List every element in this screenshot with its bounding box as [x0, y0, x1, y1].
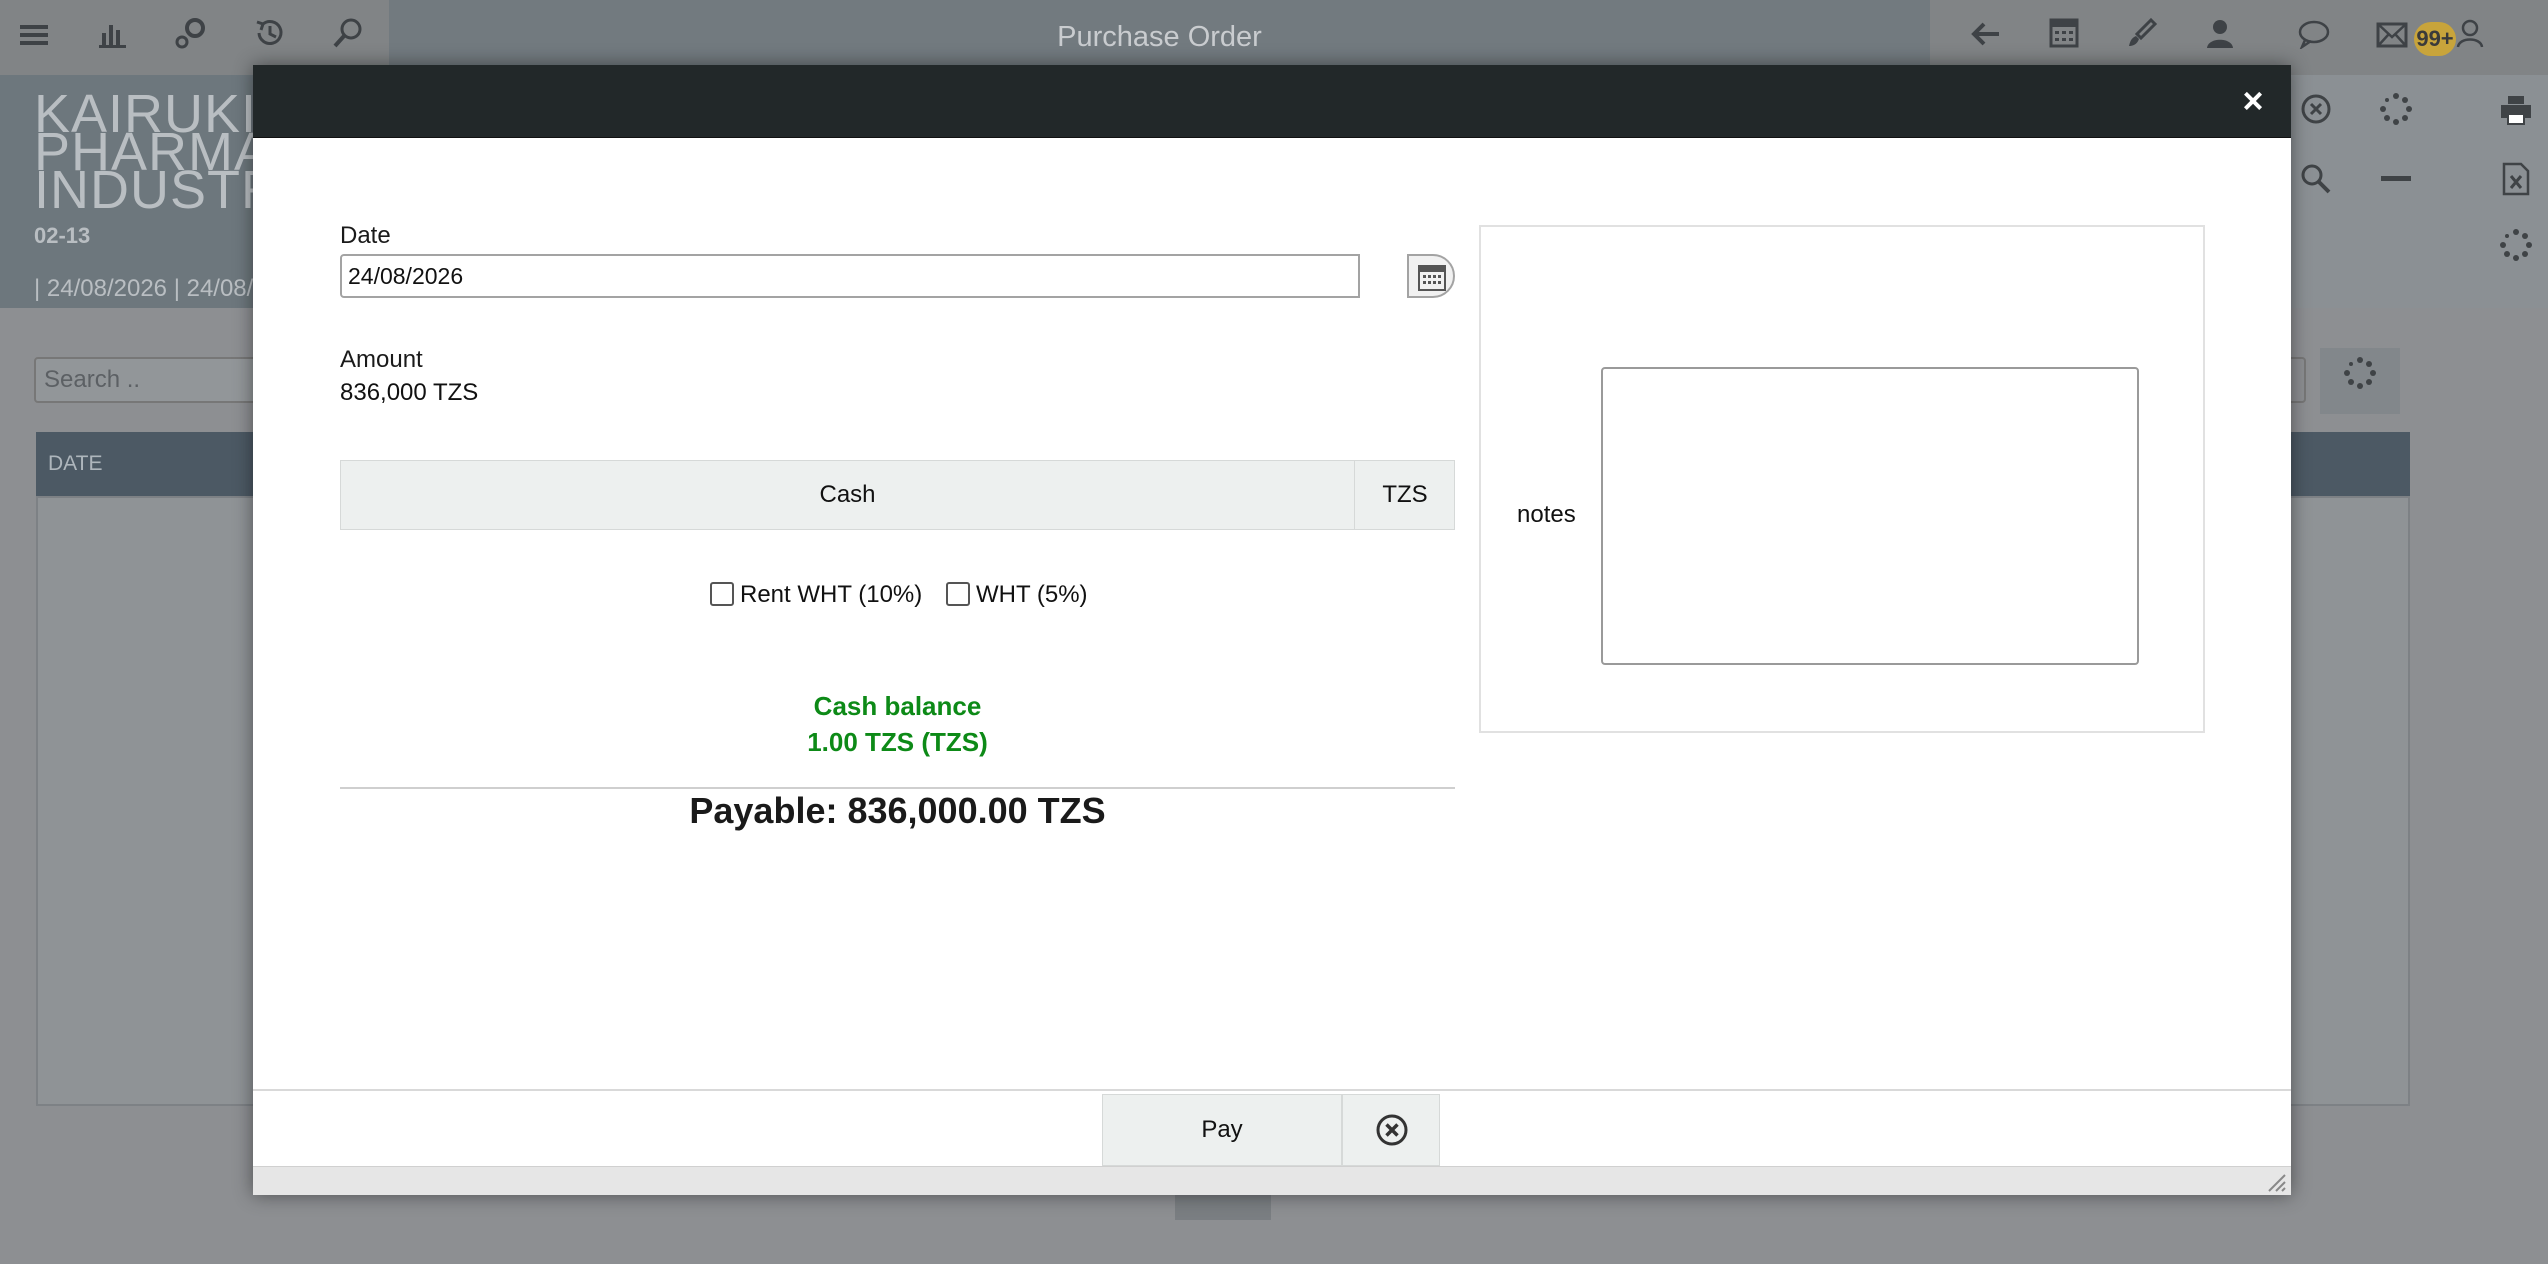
amount-label: Amount: [340, 346, 423, 373]
payment-dialog: × Date Amount 836,000 TZS Cash TZS Rent …: [253, 65, 2291, 1195]
calculator-icon[interactable]: [2042, 16, 2086, 60]
rent-wht-option[interactable]: Rent WHT (10%): [710, 579, 922, 611]
cancel-button[interactable]: [1342, 1094, 1440, 1166]
gears-icon[interactable]: [168, 16, 212, 60]
company-name: KAIRUKI PHARMA INDUSTR: [34, 84, 281, 220]
cash-balance-value: 1.00 TZS (TZS): [807, 727, 988, 757]
cancel-circle-icon[interactable]: [2292, 91, 2340, 139]
menu-icon[interactable]: [12, 16, 56, 60]
user-icon[interactable]: [2198, 16, 2242, 60]
minus-icon[interactable]: [2372, 161, 2420, 209]
spinner-icon[interactable]: [2492, 227, 2540, 275]
date-label: Date: [340, 222, 391, 249]
chart-icon[interactable]: [90, 16, 134, 60]
history-icon[interactable]: [248, 16, 292, 60]
calendar-button[interactable]: [1407, 254, 1455, 298]
divider: [340, 787, 1455, 789]
payment-currency[interactable]: TZS: [1355, 461, 1455, 529]
spinner-icon[interactable]: [2372, 91, 2420, 139]
dialog-titlebar[interactable]: ×: [253, 65, 2291, 138]
back-arrow-icon[interactable]: [1964, 16, 2008, 60]
payment-method-row[interactable]: Cash TZS: [340, 460, 1455, 530]
close-icon[interactable]: ×: [2235, 83, 2271, 119]
date-range: | 24/08/2026 | 24/08/: [34, 275, 254, 302]
document-code: 02-13: [34, 223, 91, 248]
wht-option[interactable]: WHT (5%): [946, 579, 1088, 611]
search-input[interactable]: Search ..: [34, 357, 264, 403]
notification-badge[interactable]: 99+: [2414, 22, 2456, 56]
dialog-statusbar: [253, 1166, 2291, 1195]
brush-icon[interactable]: [2120, 16, 2164, 60]
rent-wht-label: Rent WHT (10%): [740, 581, 923, 608]
notes-label: notes: [1517, 501, 1576, 528]
amount-value: 836,000 TZS: [340, 379, 479, 406]
search-icon[interactable]: [326, 16, 370, 60]
payment-method-cash[interactable]: Cash: [341, 461, 1355, 529]
notes-textarea[interactable]: [1601, 367, 2139, 665]
cash-balance-label: Cash balance: [813, 691, 982, 721]
calendar-icon: [1418, 265, 1446, 291]
refresh-button[interactable]: [2320, 348, 2400, 414]
footer-divider: [253, 1089, 2291, 1091]
page-title: Purchase Order: [1057, 21, 1262, 53]
wht-label: WHT (5%): [976, 581, 1088, 608]
mail-icon[interactable]: [2370, 16, 2414, 60]
notes-panel: notes: [1479, 225, 2205, 733]
top-toolbar: Purchase Order 99+: [0, 0, 2548, 75]
column-header-date[interactable]: DATE: [48, 452, 102, 475]
left-toolbar: [0, 0, 389, 75]
action-panel: [2290, 75, 2548, 308]
rent-wht-checkbox[interactable]: [710, 581, 734, 606]
cancel-circle-icon: [1376, 1114, 1408, 1146]
print-icon[interactable]: [2492, 91, 2540, 139]
spinner-icon: [2344, 357, 2376, 389]
search-icon[interactable]: [2292, 161, 2340, 209]
date-input[interactable]: [340, 254, 1360, 298]
payable-total: Payable: 836,000.00 TZS: [689, 790, 1106, 831]
search-input-end: [2290, 357, 2306, 403]
wht-checkbox[interactable]: [946, 581, 970, 606]
pay-button[interactable]: Pay: [1102, 1094, 1342, 1166]
resize-grip-icon[interactable]: [2265, 1171, 2287, 1193]
excel-icon[interactable]: [2492, 161, 2540, 209]
chat-icon[interactable]: [2292, 16, 2336, 60]
